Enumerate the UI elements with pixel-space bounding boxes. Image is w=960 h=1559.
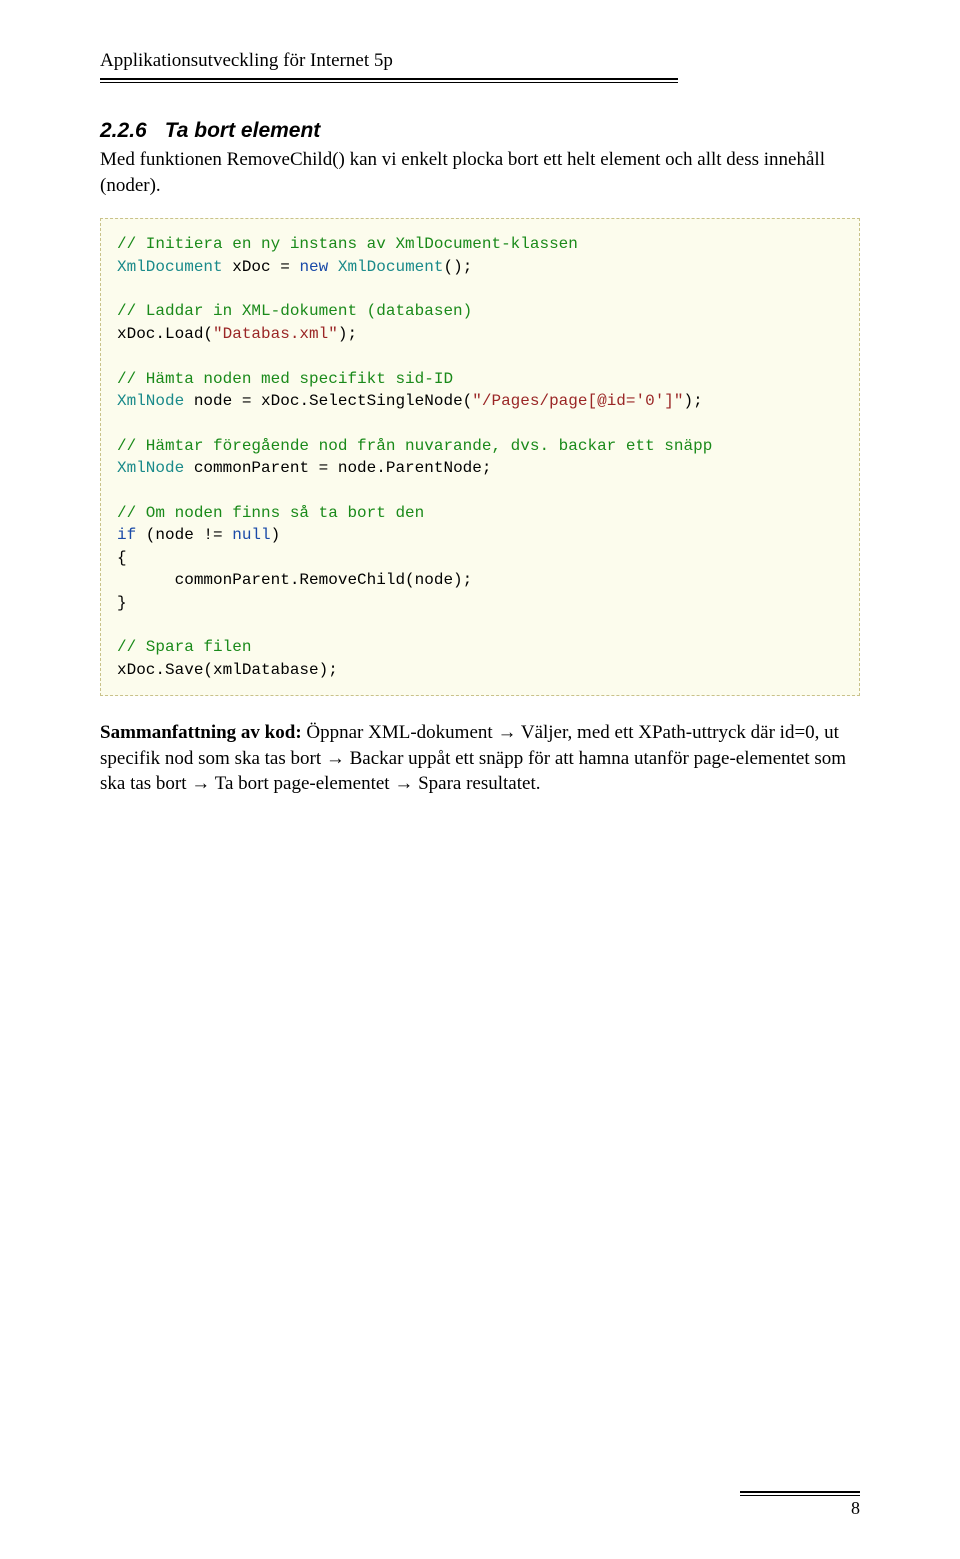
code-line: } (117, 594, 127, 612)
code-token: "/Pages/page[@id='0']" (472, 392, 683, 410)
code-line: // Laddar in XML-dokument (databasen) (117, 302, 472, 320)
code-line: { (117, 549, 127, 567)
code-token: (); (443, 258, 472, 276)
running-header: Applikationsutveckling för Internet 5p (100, 50, 860, 72)
code-token: null (232, 526, 270, 544)
footer-rule (740, 1491, 860, 1496)
code-token: "Databas.xml" (213, 325, 338, 343)
code-line: commonParent.RemoveChild(node); (117, 571, 472, 589)
page: Applikationsutveckling för Internet 5p 2… (0, 0, 960, 1559)
code-token: ) (271, 526, 281, 544)
page-footer: 8 (740, 1491, 860, 1519)
code-block: // Initiera en ny instans av XmlDocument… (100, 218, 860, 696)
code-token: xDoc.Load( (117, 325, 213, 343)
section-number: 2.2.6 (100, 119, 147, 142)
code-token: XmlDocument (338, 258, 444, 276)
code-token: ); (684, 392, 703, 410)
code-line: // Hämta noden med specifikt sid-ID (117, 370, 453, 388)
summary-text: Ta bort page-elementet (210, 773, 394, 794)
section-title: Ta bort element (165, 119, 321, 142)
section-intro: Med funktionen RemoveChild() kan vi enke… (100, 147, 860, 198)
code-token: new (299, 258, 328, 276)
code-token: XmlNode (117, 392, 184, 410)
section-heading: 2.2.6 Ta bort element (100, 119, 860, 143)
summary-paragraph: Sammanfattning av kod: Öppnar XML-dokume… (100, 720, 860, 797)
code-token: ); (338, 325, 357, 343)
code-token: XmlDocument (117, 258, 223, 276)
code-token: node = xDoc.SelectSingleNode( (184, 392, 472, 410)
code-token: XmlNode (117, 459, 184, 477)
arrow-icon: → (191, 773, 210, 794)
summary-label: Sammanfattning av kod: (100, 722, 302, 743)
code-token: xDoc = (223, 258, 300, 276)
page-number: 8 (740, 1498, 860, 1519)
code-line: // Spara filen (117, 638, 251, 656)
summary-text: Öppnar XML-dokument (302, 722, 498, 743)
code-line: // Initiera en ny instans av XmlDocument… (117, 235, 578, 253)
code-token: commonParent = node.ParentNode; (184, 459, 491, 477)
code-token: if (117, 526, 136, 544)
summary-text: Spara resultatet. (413, 773, 540, 794)
code-token: (node != (136, 526, 232, 544)
code-line: // Hämtar föregående nod från nuvarande,… (117, 437, 712, 455)
code-line: // Om noden finns så ta bort den (117, 504, 424, 522)
arrow-icon: → (497, 722, 516, 743)
arrow-icon: → (394, 773, 413, 794)
header-rule (100, 78, 678, 83)
arrow-icon: → (326, 748, 345, 769)
code-line: xDoc.Save(xmlDatabase); (117, 661, 338, 679)
